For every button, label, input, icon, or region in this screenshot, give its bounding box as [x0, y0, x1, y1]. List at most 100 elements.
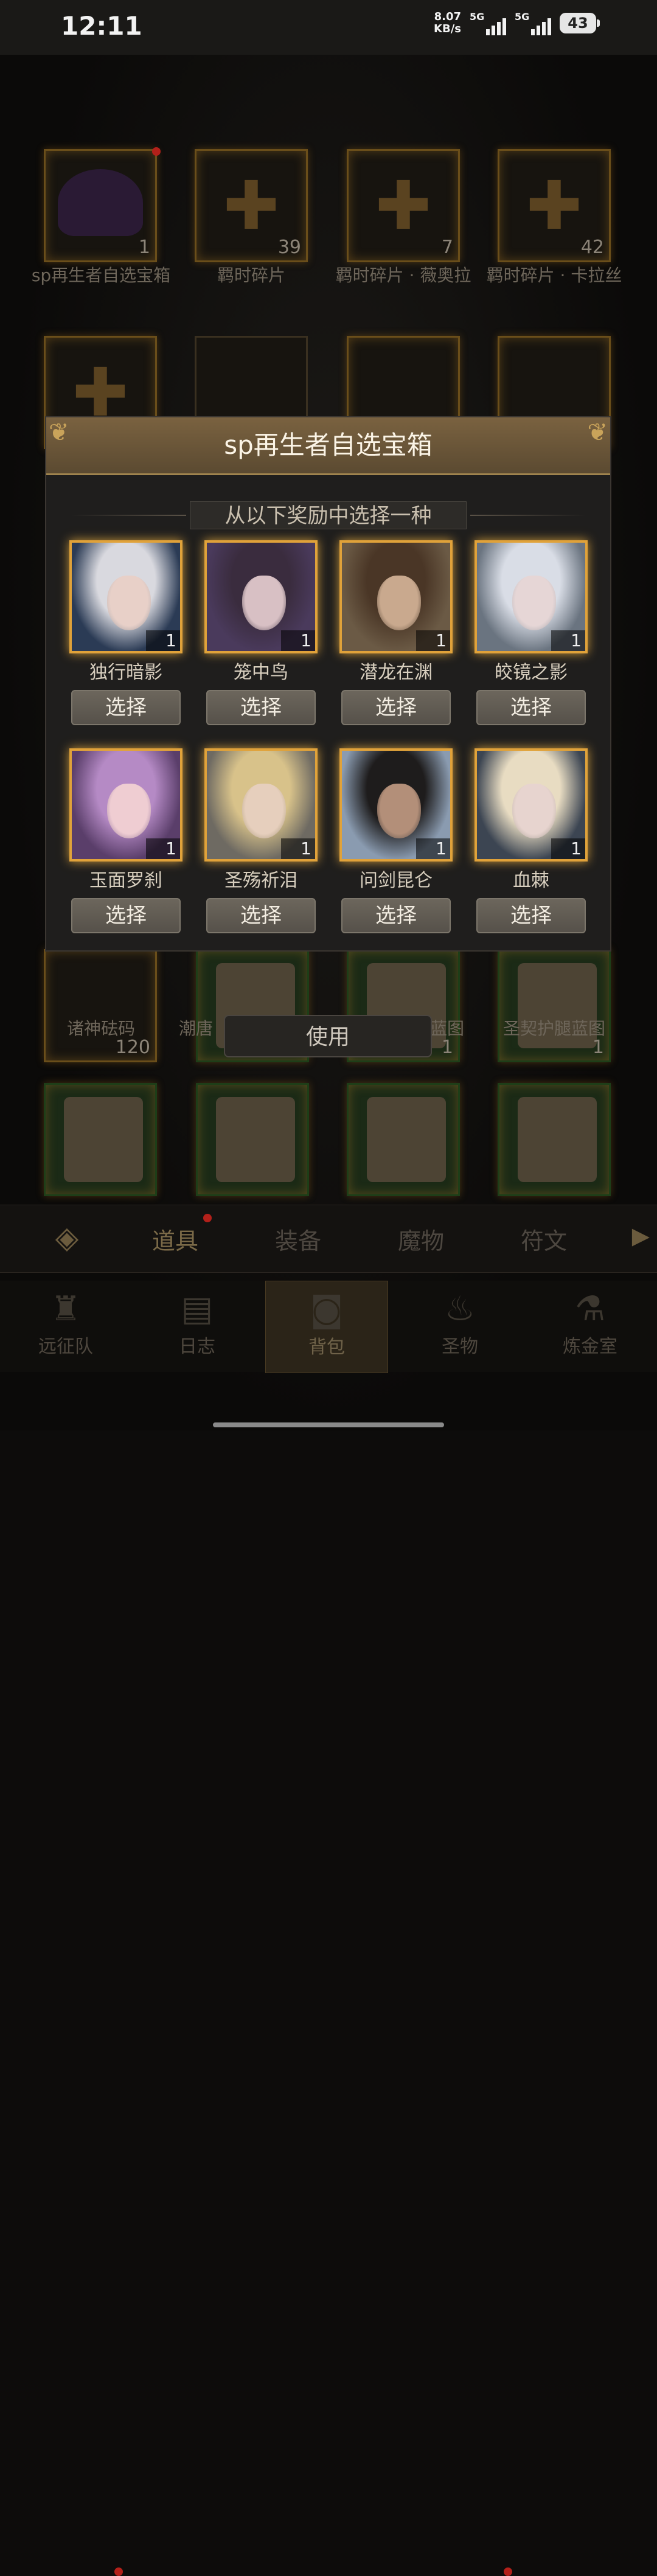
tab-items[interactable]: 道具: [152, 1222, 198, 1256]
hero-option-card: 1 血棘选择: [474, 748, 588, 933]
nav-alchemy[interactable]: ⚗ 炼金室: [529, 1281, 651, 1372]
dialog-title: sp再生者自选宝箱: [224, 430, 433, 460]
hero-portrait[interactable]: 1: [69, 748, 182, 862]
hero-option-card: 1 问剑昆仑选择: [339, 748, 453, 933]
divider: [71, 515, 186, 516]
hero-portrait[interactable]: 1: [474, 748, 588, 862]
portrait-face: [377, 784, 421, 838]
inventory-slot[interactable]: 1: [498, 949, 611, 1062]
notification-dot: [203, 1214, 212, 1222]
speed-value: 8.07: [434, 10, 461, 23]
nav-expedition[interactable]: ♜ 远征队: [5, 1281, 127, 1372]
nav-journal[interactable]: ▤ 日志: [136, 1281, 258, 1372]
item-count: 1: [441, 1037, 453, 1058]
sim1-label: 5G: [470, 11, 485, 23]
chevron-right-icon[interactable]: ▶: [632, 1222, 650, 1249]
item-count: 120: [115, 1037, 150, 1058]
select-button[interactable]: 选择: [71, 898, 181, 933]
inventory-slot[interactable]: [44, 1083, 157, 1196]
select-button[interactable]: 选择: [206, 898, 316, 933]
item-label: 羁时碎片 · 薇奥拉: [335, 265, 471, 285]
hero-name: 独行暗影: [89, 662, 162, 683]
nav-backpack[interactable]: ◙ 背包: [265, 1281, 388, 1373]
dialog-subtitle: 从以下奖励中选择一种: [190, 501, 467, 529]
chest-selection-dialog: ❦ ❦ sp再生者自选宝箱 从以下奖励中选择一种 1 独行暗影 选择 1 笼中鸟 选择 1 潜…: [45, 416, 611, 952]
select-button[interactable]: 选择: [341, 690, 451, 725]
nav-label: 远征队: [38, 1336, 93, 1357]
inventory-slot[interactable]: [196, 1083, 309, 1196]
hero-portrait[interactable]: 1: [474, 540, 588, 653]
select-button[interactable]: 选择: [206, 690, 316, 725]
tab-equipment[interactable]: 装备: [275, 1222, 321, 1256]
scroll-icon: [518, 1097, 597, 1182]
item-label: 羁时碎片 · 卡拉丝: [486, 265, 622, 285]
item-count: 1: [592, 1037, 604, 1058]
quantity-badge: 1: [281, 630, 315, 651]
scroll-icon: [367, 1097, 446, 1182]
inventory-slot[interactable]: ✚ 7: [347, 149, 460, 262]
nav-label: 炼金室: [563, 1336, 617, 1357]
nav-label: 背包: [308, 1337, 345, 1358]
hero-portrait[interactable]: 1: [339, 540, 453, 653]
select-button[interactable]: 选择: [476, 898, 586, 933]
item-label: 诸神砝码: [66, 1018, 135, 1039]
hero-name: 问剑昆仑: [360, 870, 433, 891]
puzzle-icon: ✚: [526, 167, 583, 245]
quantity-badge: 1: [551, 838, 585, 859]
hero-name: 血棘: [513, 870, 549, 891]
item-label: 羁时碎片: [217, 265, 285, 285]
portrait-face: [242, 576, 286, 630]
quantity-badge: 1: [146, 838, 180, 859]
journal-icon: ▤: [181, 1289, 214, 1329]
category-tabs: ◈ 道具 装备 魔物 符文 ▶: [0, 1205, 657, 1273]
select-button[interactable]: 选择: [476, 690, 586, 725]
item-count: 39: [277, 237, 301, 258]
inventory-slot[interactable]: ✚ 39: [195, 149, 308, 262]
notification-dot: [152, 147, 161, 156]
hero-name: 笼中鸟: [234, 662, 288, 683]
hero-option-card: 1 玉面罗刹 选择: [69, 748, 182, 933]
hero-portrait[interactable]: 1: [204, 748, 318, 862]
nav-relics[interactable]: ♨ 圣物: [399, 1281, 521, 1372]
inventory-slot[interactable]: ✚ 42: [498, 149, 611, 262]
alchemy-icon: ⚗: [574, 1289, 606, 1329]
inventory-slot[interactable]: [498, 1083, 611, 1196]
hero-option-card: 1 圣殇祈泪选择: [204, 748, 318, 933]
inventory-slot[interactable]: 1: [44, 149, 157, 262]
tab-runes[interactable]: 符文: [521, 1222, 567, 1256]
hero-name: 圣殇祈泪: [224, 870, 297, 891]
status-bar: 12:11 8.07 KB/s 5G 5G 43: [0, 0, 657, 55]
select-button[interactable]: 选择: [341, 898, 451, 933]
hero-portrait[interactable]: 1: [69, 540, 182, 653]
notification-dot: [504, 2567, 512, 2576]
item-label: 圣契护腿蓝图: [502, 1018, 605, 1039]
select-button[interactable]: 选择: [71, 690, 181, 725]
inventory-slot[interactable]: 120: [44, 949, 157, 1062]
item-label: sp再生者自选宝箱: [31, 265, 171, 285]
use-button[interactable]: 使用: [224, 1015, 432, 1057]
hero-option-card: 1 独行暗影选择: [69, 540, 182, 725]
item-count: 42: [580, 237, 604, 258]
quantity-badge: 1: [281, 838, 315, 859]
network-speed: 8.07 KB/s: [434, 11, 461, 35]
quantity-badge: 1: [416, 838, 450, 859]
hero-option-card: 1 潜龙在渊 选择: [339, 540, 453, 725]
portrait-face: [512, 784, 556, 838]
quantity-badge: 1: [551, 630, 585, 651]
quantity-badge: 1: [146, 630, 180, 651]
hero-name: 皎镜之影: [495, 662, 568, 683]
back-arrow-icon[interactable]: ◈: [24, 1216, 109, 1259]
hero-portrait[interactable]: 1: [204, 540, 318, 653]
home-indicator[interactable]: [213, 1422, 444, 1427]
notification-dot: [114, 2567, 123, 2576]
inventory-slot[interactable]: [347, 1083, 460, 1196]
hero-option-card: 1 皎镜之影选择: [474, 540, 588, 725]
battery-icon: 43: [560, 13, 600, 33]
portrait-face: [107, 576, 151, 630]
tab-monsters[interactable]: 魔物: [398, 1222, 444, 1256]
portrait-face: [512, 576, 556, 630]
scroll-icon: [216, 1097, 295, 1182]
hero-portrait[interactable]: 1: [339, 748, 453, 862]
relic-icon: ♨: [444, 1289, 476, 1329]
item-count: 1: [138, 237, 150, 258]
